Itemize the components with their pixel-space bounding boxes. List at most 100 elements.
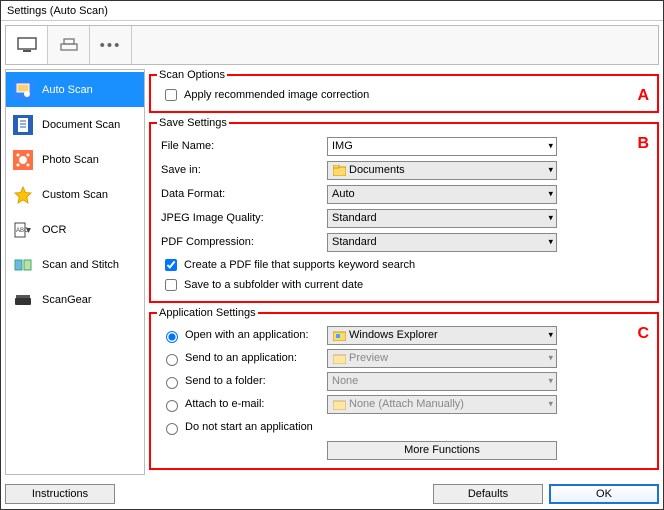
jpeg-quality-select[interactable]: Standard ▾: [327, 209, 557, 228]
scanner-icon: [12, 289, 34, 311]
sidebar-item-label: Auto Scan: [42, 84, 93, 96]
save-in-value: Documents: [349, 164, 405, 176]
sidebar-item-label: Scan and Stitch: [42, 259, 119, 271]
send-folder-value: None: [332, 375, 358, 387]
pdf-compression-select[interactable]: Standard ▾: [327, 233, 557, 252]
open-with-radio[interactable]: [166, 331, 178, 343]
scan-options-legend: Scan Options: [157, 69, 227, 81]
file-name-select[interactable]: IMG ▾: [327, 137, 557, 156]
sidebar-item-custom-scan[interactable]: Custom Scan: [6, 177, 144, 212]
chevron-down-icon: ▾: [548, 141, 553, 152]
content-area: ••• Auto Scan Document Scan: [1, 21, 663, 479]
ocr-icon: ABC: [12, 219, 34, 241]
defaults-button[interactable]: Defaults: [433, 484, 543, 504]
data-format-label: Data Format:: [157, 188, 327, 200]
explorer-icon: [332, 329, 346, 341]
stitch-icon: [12, 254, 34, 276]
tab-computer[interactable]: [6, 26, 48, 64]
window-title: Settings (Auto Scan): [7, 5, 108, 17]
more-functions-button[interactable]: More Functions: [327, 441, 557, 460]
chevron-down-icon: ▾: [548, 376, 553, 387]
jpeg-quality-label: JPEG Image Quality:: [157, 212, 327, 224]
sidebar-item-photo-scan[interactable]: Photo Scan: [6, 142, 144, 177]
folder-icon: [332, 164, 346, 176]
pdf-compression-label: PDF Compression:: [157, 236, 327, 248]
bottom-bar: Instructions Defaults OK: [1, 479, 663, 509]
save-settings-group: Save Settings B File Name: IMG ▾ Save in…: [149, 117, 659, 303]
pdf-compression-value: Standard: [332, 236, 377, 248]
ok-button[interactable]: OK: [549, 484, 659, 504]
instructions-label: Instructions: [32, 488, 88, 500]
send-app-radio[interactable]: [166, 354, 178, 366]
more-functions-label: More Functions: [404, 444, 480, 456]
send-folder-select[interactable]: None ▾: [327, 372, 557, 391]
send-folder-label: Send to a folder:: [185, 375, 266, 387]
ellipsis-icon: •••: [100, 37, 122, 54]
folder-icon: [332, 352, 346, 364]
sidebar-item-scangear[interactable]: ScanGear: [6, 282, 144, 317]
annotation-c: C: [637, 325, 649, 343]
save-in-select[interactable]: Documents ▾: [327, 161, 557, 180]
apply-correction-checkbox[interactable]: [165, 89, 177, 101]
chevron-down-icon: ▾: [548, 399, 553, 410]
chevron-down-icon: ▾: [548, 189, 553, 200]
scan-options-group: Scan Options A Apply recommended image c…: [149, 69, 659, 113]
sidebar-item-label: Document Scan: [42, 119, 120, 131]
file-name-label: File Name:: [157, 140, 327, 152]
send-app-value: Preview: [349, 352, 388, 364]
titlebar: Settings (Auto Scan): [1, 1, 663, 21]
attach-email-label: Attach to e-mail:: [185, 398, 264, 410]
sidebar-item-label: OCR: [42, 224, 66, 236]
autoscan-icon: [12, 79, 34, 101]
document-icon: [12, 114, 34, 136]
data-format-value: Auto: [332, 188, 355, 200]
jpeg-quality-value: Standard: [332, 212, 377, 224]
folder-icon: [332, 398, 346, 410]
open-with-select[interactable]: Windows Explorer ▾: [327, 326, 557, 345]
annotation-a: A: [637, 87, 649, 105]
chevron-down-icon: ▾: [548, 237, 553, 248]
attach-email-value: None (Attach Manually): [349, 398, 464, 410]
sidebar-item-label: Custom Scan: [42, 189, 108, 201]
application-settings-legend: Application Settings: [157, 307, 258, 319]
chevron-down-icon: ▾: [548, 213, 553, 224]
application-settings-group: Application Settings C Open with an appl…: [149, 307, 659, 470]
attach-email-select[interactable]: None (Attach Manually) ▾: [327, 395, 557, 414]
send-folder-radio[interactable]: [166, 377, 178, 389]
tab-printer[interactable]: [48, 26, 90, 64]
save-settings-legend: Save Settings: [157, 117, 229, 129]
pdf-keyword-checkbox[interactable]: [165, 259, 177, 271]
subfolder-label: Save to a subfolder with current date: [184, 279, 363, 291]
sidebar-item-scan-stitch[interactable]: Scan and Stitch: [6, 247, 144, 282]
send-app-label: Send to an application:: [185, 352, 297, 364]
monitor-icon: [16, 36, 38, 54]
settings-window: Settings (Auto Scan) •••: [0, 0, 664, 510]
open-with-value: Windows Explorer: [349, 329, 438, 341]
tab-more[interactable]: •••: [90, 26, 132, 64]
defaults-label: Defaults: [468, 488, 508, 500]
subfolder-checkbox[interactable]: [165, 279, 177, 291]
data-format-select[interactable]: Auto ▾: [327, 185, 557, 204]
sidebar-item-auto-scan[interactable]: Auto Scan: [6, 72, 144, 107]
star-icon: [12, 184, 34, 206]
pdf-keyword-label: Create a PDF file that supports keyword …: [184, 259, 415, 271]
chevron-down-icon: ▾: [548, 165, 553, 176]
settings-pane: Scan Options A Apply recommended image c…: [149, 69, 659, 475]
send-app-select[interactable]: Preview ▾: [327, 349, 557, 368]
chevron-down-icon: ▾: [548, 353, 553, 364]
sidebar-item-ocr[interactable]: ABC OCR: [6, 212, 144, 247]
annotation-b: B: [637, 135, 649, 153]
printer-icon: [58, 36, 80, 54]
attach-email-radio[interactable]: [166, 400, 178, 412]
no-start-label: Do not start an application: [185, 421, 313, 433]
sidebar: Auto Scan Document Scan Photo Scan: [5, 69, 145, 475]
sidebar-item-document-scan[interactable]: Document Scan: [6, 107, 144, 142]
photo-icon: [12, 149, 34, 171]
save-in-label: Save in:: [157, 164, 327, 176]
instructions-button[interactable]: Instructions: [5, 484, 115, 504]
main-row: Auto Scan Document Scan Photo Scan: [5, 69, 659, 475]
open-with-label: Open with an application:: [185, 329, 309, 341]
ok-label: OK: [596, 488, 612, 500]
no-start-radio[interactable]: [166, 423, 178, 435]
source-toolbar: •••: [5, 25, 659, 65]
